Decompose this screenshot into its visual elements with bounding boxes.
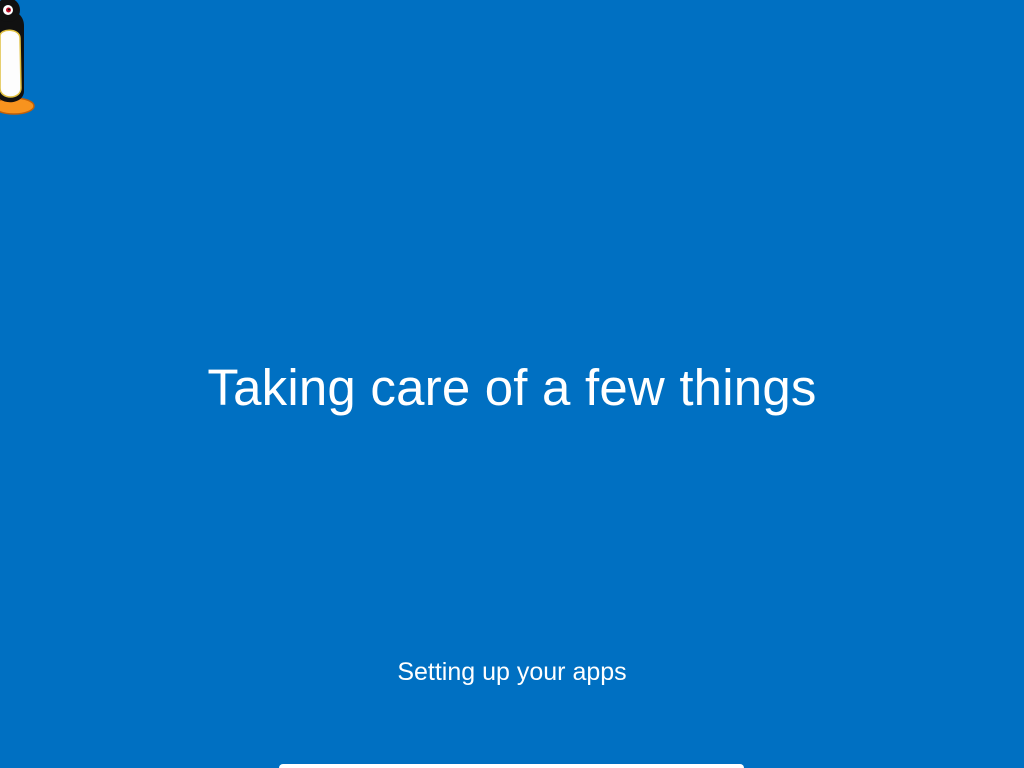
setup-headline: Taking care of a few things (207, 359, 817, 416)
setup-screen: Taking care of a few things Setting up y… (0, 0, 1024, 768)
penguin-icon (0, 0, 35, 115)
bottom-panel-edge (279, 764, 744, 768)
setup-status-text: Setting up your apps (397, 658, 627, 686)
